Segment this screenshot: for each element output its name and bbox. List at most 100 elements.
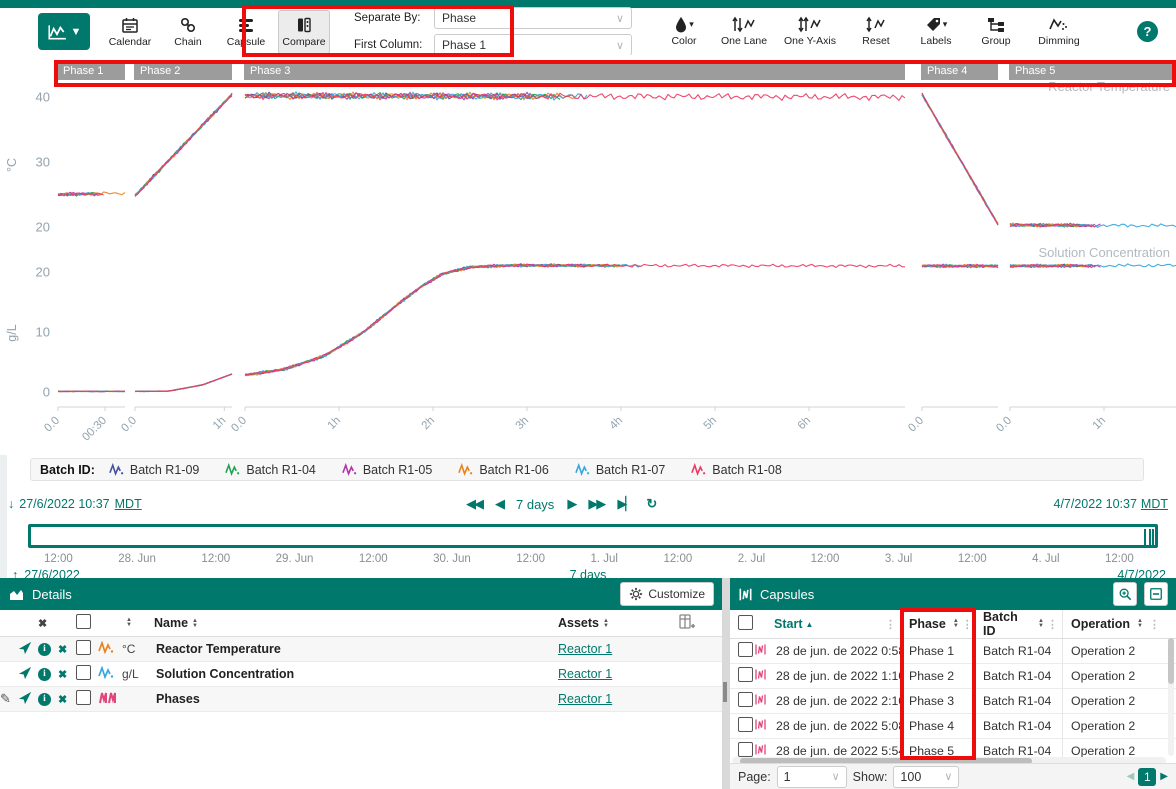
legend-entry[interactable]: Batch R1-09 <box>109 463 199 477</box>
legend-entry[interactable]: Batch R1-08 <box>691 463 781 477</box>
info-icon[interactable]: i <box>38 643 51 656</box>
asset-link[interactable]: Reactor 1 <box>558 642 612 656</box>
column-menu-icon[interactable]: ⋮ <box>962 618 973 631</box>
resize-handle-icon[interactable] <box>723 682 727 702</box>
reset-button[interactable]: Reset <box>850 10 902 54</box>
capsule-row-phase-4[interactable]: 28 de jun. de 2022 5:08Phase 4Batch R1-0… <box>730 714 1176 739</box>
sort-icon[interactable]: ▲▼ <box>953 619 959 629</box>
sort-icon[interactable]: ▲▼ <box>1137 619 1143 629</box>
row-checkbox[interactable] <box>76 690 91 705</box>
remove-item-icon[interactable]: ✖ <box>58 643 76 656</box>
zoom-to-capsule-button[interactable] <box>1113 582 1137 606</box>
range-start-datetime[interactable]: 27/6/2022 10:37 <box>19 497 109 511</box>
labels-button[interactable]: ▾ Labels <box>910 10 962 54</box>
trend-chart[interactable]: Phase 1Phase 2Phase 3Phase 4Phase 5 Reac… <box>0 55 1176 455</box>
one-y-axis-button[interactable]: One Y-Axis <box>778 10 842 54</box>
compare-button[interactable]: Compare <box>278 10 330 54</box>
group-button[interactable]: Group <box>970 10 1022 54</box>
details-row-phases[interactable]: ✎ i ✖ Phases Reactor 1 <box>0 687 722 712</box>
capsule-button[interactable]: Capsule <box>220 10 272 54</box>
item-name[interactable]: Reactor Temperature <box>154 642 518 656</box>
show-select[interactable]: 100∨ <box>893 766 959 788</box>
capsules-column-batch-id[interactable]: Batch ID▲▼⋮ <box>974 610 1062 638</box>
column-menu-icon[interactable]: ⋮ <box>1047 618 1058 631</box>
customize-button[interactable]: Customize <box>620 582 714 606</box>
capsules-column-start[interactable]: Start▲⋮ <box>774 617 900 631</box>
remove-item-icon[interactable]: ✖ <box>58 693 76 706</box>
range-duration-button[interactable]: 7 days <box>516 497 554 512</box>
current-page-button[interactable]: 1 <box>1138 768 1156 786</box>
help-button[interactable]: ? <box>1137 21 1158 42</box>
step-forward-full-icon[interactable]: ▶▶ <box>588 496 604 512</box>
row-checkbox[interactable] <box>738 742 753 757</box>
remove-item-icon[interactable]: ✖ <box>58 668 76 681</box>
send-to-scatterplot-icon[interactable] <box>18 691 38 708</box>
row-checkbox[interactable] <box>76 665 91 680</box>
step-forward-half-icon[interactable]: ▶ <box>567 496 575 512</box>
legend-entry[interactable]: Batch R1-04 <box>225 463 315 477</box>
timeline-right-grip[interactable] <box>1144 529 1154 545</box>
range-start-timezone[interactable]: MDT <box>115 497 142 511</box>
capsule-row-phase-1[interactable]: 28 de jun. de 2022 0:58Phase 1Batch R1-0… <box>730 639 1176 664</box>
legend-entry[interactable]: Batch R1-07 <box>575 463 665 477</box>
column-menu-icon[interactable]: ⋮ <box>1149 618 1160 631</box>
capsule-row-phase-3[interactable]: 28 de jun. de 2022 2:10Phase 3Batch R1-0… <box>730 689 1176 714</box>
sort-icon[interactable]: ▲▼ <box>1038 619 1044 629</box>
row-checkbox[interactable] <box>738 692 753 707</box>
capsules-column-operation[interactable]: Operation▲▼⋮ <box>1062 610 1162 638</box>
vertical-scrollbar[interactable] <box>1168 638 1174 756</box>
one-lane-button[interactable]: One Lane <box>718 10 770 54</box>
prev-page-icon[interactable]: ◀ <box>1127 771 1135 782</box>
timeline-range-selector[interactable] <box>28 524 1158 548</box>
scrollbar-thumb[interactable] <box>1168 638 1174 684</box>
refresh-icon[interactable]: ↻ <box>646 496 657 512</box>
asset-link[interactable]: Reactor 1 <box>558 692 612 706</box>
sort-icon[interactable]: ▲▼ <box>603 619 609 629</box>
select-all-checkbox[interactable] <box>76 614 91 629</box>
page-select[interactable]: 1∨ <box>777 766 847 788</box>
remove-all-icon[interactable]: ✖ <box>38 617 58 630</box>
panel-resize-divider[interactable] <box>722 578 730 789</box>
column-menu-icon[interactable]: ⋮ <box>885 618 896 631</box>
color-button[interactable]: ▾ Color <box>658 10 710 54</box>
send-to-scatterplot-icon[interactable] <box>18 641 38 658</box>
next-page-icon[interactable]: ▶ <box>1160 771 1168 782</box>
capsule-row-phase-2[interactable]: 28 de jun. de 2022 1:10Phase 2Batch R1-0… <box>730 664 1176 689</box>
sort-icon[interactable]: ▲▼ <box>192 619 198 629</box>
details-column-name[interactable]: Name▲▼ <box>154 616 518 630</box>
row-checkbox[interactable] <box>738 642 753 657</box>
details-row-reactor-temperature[interactable]: i ✖ °C Reactor Temperature Reactor 1 <box>0 637 722 662</box>
add-column-icon[interactable] <box>678 614 722 633</box>
row-checkbox[interactable] <box>738 717 753 732</box>
step-to-end-icon[interactable]: ▶▏ <box>617 496 633 512</box>
first-column-select[interactable]: Phase 1 ∨ <box>434 34 632 56</box>
timeline-tick-label: 2. Jul <box>738 553 766 565</box>
legend-entry[interactable]: Batch R1-06 <box>458 463 548 477</box>
step-back-half-icon[interactable]: ◀ <box>495 496 503 512</box>
trend-view-menu-button[interactable]: ▼ <box>38 13 90 50</box>
dimming-button[interactable]: Dimming <box>1030 10 1088 54</box>
step-back-full-icon[interactable]: ◀◀ <box>466 496 482 512</box>
collapse-panel-button[interactable] <box>1144 582 1168 606</box>
calendar-button[interactable]: Calendar <box>104 10 156 54</box>
row-checkbox[interactable] <box>76 640 91 655</box>
legend-entry[interactable]: Batch R1-05 <box>342 463 432 477</box>
item-name[interactable]: Phases <box>154 692 518 706</box>
chain-button[interactable]: Chain <box>162 10 214 54</box>
capsules-column-phase[interactable]: Phase▲▼⋮ <box>900 610 974 638</box>
info-icon[interactable]: i <box>38 693 51 706</box>
row-checkbox[interactable] <box>738 667 753 682</box>
asset-link[interactable]: Reactor 1 <box>558 667 612 681</box>
details-column-assets[interactable]: Assets▲▼ <box>518 616 678 630</box>
chart-canvas[interactable]: Reactor Temperature403020°CSolution Conc… <box>0 55 1176 455</box>
select-all-checkbox[interactable] <box>738 615 753 630</box>
sort-type-icon[interactable]: ▲▼ <box>126 618 154 628</box>
details-row-solution-concentration[interactable]: i ✖ g/L Solution Concentration Reactor 1 <box>0 662 722 687</box>
separate-by-select[interactable]: Phase ∨ <box>434 7 632 29</box>
item-name[interactable]: Solution Concentration <box>154 667 518 681</box>
edit-pencil-icon[interactable]: ✎ <box>0 691 18 707</box>
info-icon[interactable]: i <box>38 668 51 681</box>
range-end-datetime[interactable]: 4/7/2022 10:37 <box>1054 497 1137 511</box>
range-end-timezone[interactable]: MDT <box>1141 497 1168 511</box>
send-to-scatterplot-icon[interactable] <box>18 666 38 683</box>
